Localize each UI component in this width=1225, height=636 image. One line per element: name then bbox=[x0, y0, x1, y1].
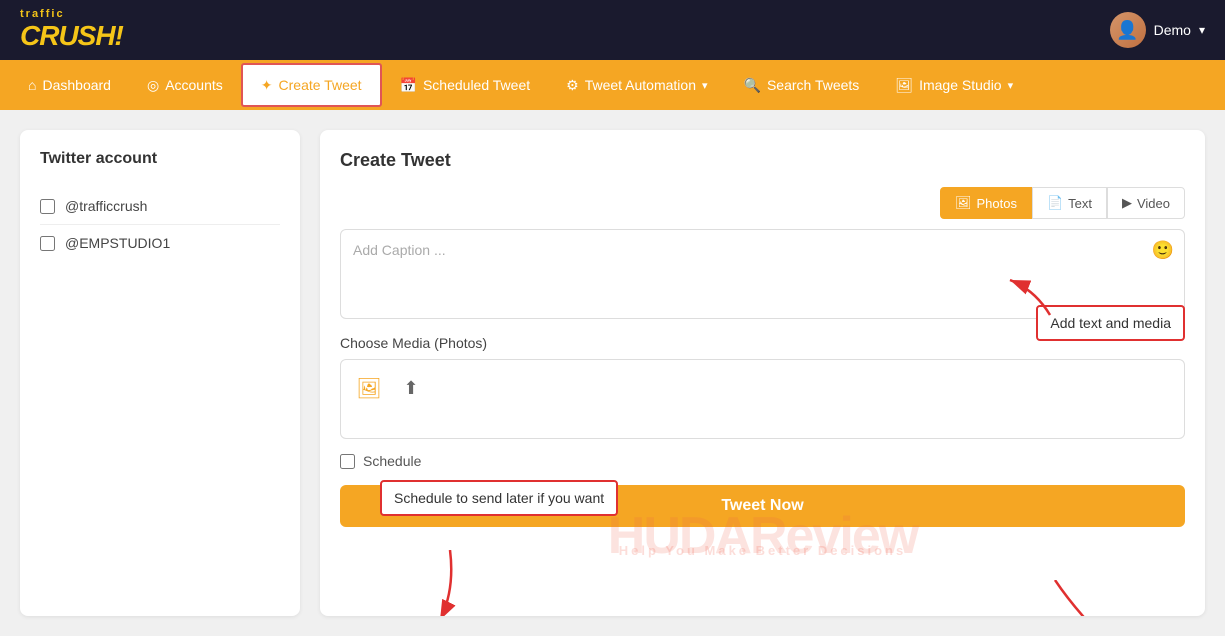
nav-item-create-tweet[interactable]: ✦ Create Tweet bbox=[241, 63, 382, 107]
schedule-label: Schedule bbox=[363, 453, 421, 469]
tweet-automation-icon: ⚙ bbox=[566, 77, 579, 94]
photos-label: Photos bbox=[976, 196, 1016, 211]
account-item-trafficcrush[interactable]: @trafficcrush bbox=[40, 188, 280, 225]
image-upload-icon[interactable]: 🖼 bbox=[353, 372, 385, 404]
media-btn-photos[interactable]: 🖼 Photos bbox=[940, 187, 1032, 219]
nav-item-tweet-automation[interactable]: ⚙ Tweet Automation ▾ bbox=[548, 60, 725, 110]
accounts-icon: ◎ bbox=[147, 77, 159, 94]
image-studio-icon: 🖼 bbox=[895, 77, 913, 94]
logo: traffic CRUSH! ↗ bbox=[20, 8, 123, 52]
nav-item-scheduled-tweet[interactable]: 📅 Scheduled Tweet bbox=[382, 60, 549, 110]
nav-label-image-studio: Image Studio bbox=[919, 77, 1002, 93]
right-panel: Create Tweet 🖼 Photos 📄 Text ▶ Video Add… bbox=[320, 130, 1205, 616]
media-btn-video[interactable]: ▶ Video bbox=[1107, 187, 1185, 219]
account-handle-trafficcrush: @trafficcrush bbox=[65, 198, 147, 214]
arrow-to-tweet-now bbox=[1045, 580, 1125, 616]
panel-title: Create Tweet bbox=[340, 150, 1185, 171]
file-upload-icon[interactable]: ⬆ bbox=[395, 372, 427, 404]
photos-icon: 🖼 bbox=[955, 195, 972, 211]
top-bar: traffic CRUSH! ↗ 👤 Demo ▾ bbox=[0, 0, 1225, 60]
nav-item-dashboard[interactable]: ⌂ Dashboard bbox=[10, 60, 129, 110]
account-item-empstudio1[interactable]: @EMPSTUDIO1 bbox=[40, 225, 280, 261]
logo-crush: CRUSH! bbox=[20, 20, 123, 52]
user-name: Demo bbox=[1154, 22, 1191, 38]
nav-item-image-studio[interactable]: 🖼 Image Studio ▾ bbox=[877, 60, 1031, 110]
emoji-icon[interactable]: 🙂 bbox=[1152, 240, 1174, 261]
account-checkbox-empstudio1[interactable] bbox=[40, 236, 55, 251]
text-media-label: Text bbox=[1068, 196, 1092, 211]
user-area[interactable]: 👤 Demo ▾ bbox=[1110, 12, 1205, 48]
nav-label-tweet-automation: Tweet Automation bbox=[585, 77, 696, 93]
sidebar-title: Twitter account bbox=[40, 150, 280, 168]
media-buttons: 🖼 Photos 📄 Text ▶ Video bbox=[340, 187, 1185, 219]
image-studio-chevron: ▾ bbox=[1008, 79, 1014, 92]
video-icon: ▶ bbox=[1122, 195, 1132, 211]
nav-label-dashboard: Dashboard bbox=[42, 77, 111, 93]
dashboard-icon: ⌂ bbox=[28, 77, 36, 93]
caption-placeholder: Add Caption ... bbox=[353, 242, 446, 258]
schedule-checkbox[interactable] bbox=[340, 454, 355, 469]
create-tweet-icon: ✦ bbox=[261, 77, 273, 94]
logo-traffic: traffic bbox=[20, 8, 65, 20]
sidebar: Twitter account @trafficcrush @EMPSTUDIO… bbox=[20, 130, 300, 616]
annotation-add-text-media: Add text and media bbox=[1036, 305, 1185, 341]
nav-item-accounts[interactable]: ◎ Accounts bbox=[129, 60, 241, 110]
main-content: Twitter account @trafficcrush @EMPSTUDIO… bbox=[0, 110, 1225, 636]
arrow-to-schedule bbox=[420, 550, 480, 616]
schedule-row: Schedule bbox=[340, 453, 1185, 469]
media-upload-area: 🖼 ⬆ bbox=[340, 359, 1185, 439]
nav-item-search-tweets[interactable]: 🔍 Search Tweets bbox=[726, 60, 878, 110]
nav-label-search-tweets: Search Tweets bbox=[767, 77, 859, 93]
avatar: 👤 bbox=[1110, 12, 1146, 48]
account-checkbox-trafficcrush[interactable] bbox=[40, 199, 55, 214]
media-btn-text[interactable]: 📄 Text bbox=[1032, 187, 1107, 219]
nav-label-accounts: Accounts bbox=[165, 77, 223, 93]
watermark-subtext: Help You Make Better Decisions bbox=[619, 543, 906, 558]
scheduled-tweet-icon: 📅 bbox=[400, 77, 417, 94]
video-label: Video bbox=[1137, 196, 1170, 211]
tweet-automation-chevron: ▾ bbox=[702, 79, 708, 92]
account-handle-empstudio1: @EMPSTUDIO1 bbox=[65, 235, 170, 251]
annotation-schedule: Schedule to send later if you want bbox=[380, 480, 618, 516]
nav-label-scheduled-tweet: Scheduled Tweet bbox=[423, 77, 530, 93]
text-media-icon: 📄 bbox=[1047, 195, 1063, 211]
nav-label-create-tweet: Create Tweet bbox=[279, 77, 362, 93]
user-dropdown-chevron[interactable]: ▾ bbox=[1199, 23, 1205, 37]
search-tweets-icon: 🔍 bbox=[744, 77, 761, 94]
nav-bar: ⌂ Dashboard ◎ Accounts ✦ Create Tweet 📅 … bbox=[0, 60, 1225, 110]
